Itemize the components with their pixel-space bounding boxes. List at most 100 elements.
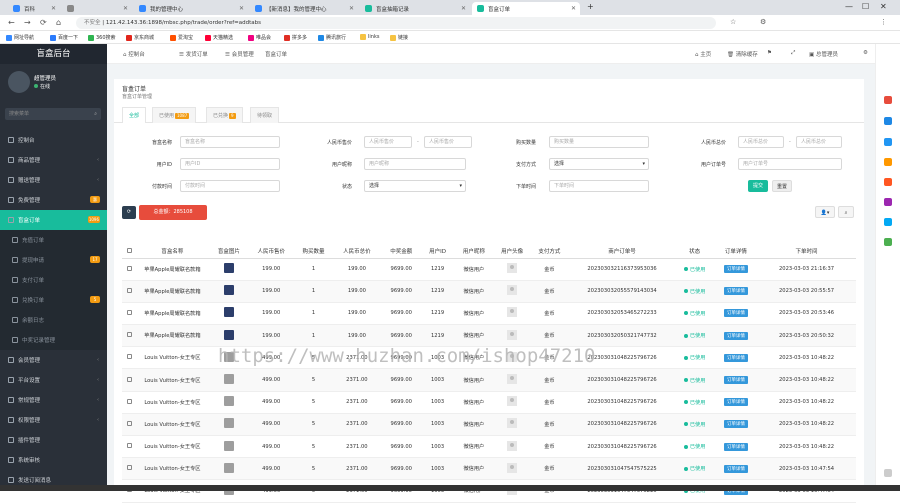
order-detail-button[interactable]: 订单详情 [723,376,748,385]
sidebar-item[interactable]: 会员管理 ‹ [0,350,107,370]
order-detail-button[interactable]: 订单详情 [723,331,748,340]
pay-time-input[interactable]: 付款时间 [180,180,280,192]
sidebar-item[interactable]: 插件管理 [0,430,107,450]
tab-pending[interactable]: 待领取 [250,107,280,123]
order-detail-button[interactable]: 订单详情 [723,265,748,274]
row-checkbox[interactable] [126,354,132,360]
price-to-input[interactable]: 人民币售价 [424,136,472,148]
bookmark-item[interactable]: 唯品会 [248,34,271,41]
extensions-icon[interactable]: ⚙ [760,18,766,26]
row-checkbox[interactable] [126,376,132,382]
row-checkbox[interactable] [126,465,132,471]
home-icon[interactable]: ⌂ [56,18,61,27]
total-from-input[interactable]: 人民币总价 [738,136,784,148]
language-icon[interactable]: ⚑ [767,50,772,56]
status-select[interactable]: 选择 ▾ [364,180,466,192]
browser-tab-active[interactable]: 盲盒订单 ✕ [472,2,580,15]
sidebar-item[interactable]: 商品管理 ‹ [0,150,107,170]
bookmark-item[interactable]: 链接 [390,34,408,41]
order-detail-button[interactable]: 订单详情 [723,398,748,407]
sidebar-item[interactable]: 常规管理 ‹ [0,390,107,410]
close-window-icon[interactable]: ✕ [880,2,887,11]
search-icon[interactable]: ⌕ [838,206,854,218]
home-link[interactable]: ⌂ 主页 [695,50,711,58]
submit-button[interactable]: 提交 [748,180,768,192]
row-checkbox[interactable] [126,309,132,315]
side-app-icon[interactable] [884,238,892,246]
reload-icon[interactable]: ⟳ [40,18,47,27]
bookmark-item[interactable]: 网址导航 [6,34,34,41]
order-detail-button[interactable]: 订单详情 [723,287,748,296]
nav-tab[interactable]: ⌂ 控制台 [123,50,145,58]
order-detail-button[interactable]: 订单详情 [723,442,748,451]
tab-used[interactable]: 已使用 1087 [152,107,197,123]
bookmark-item[interactable]: 360搜索 [88,34,116,41]
row-checkbox[interactable] [126,265,132,271]
side-app-icon[interactable] [884,158,892,166]
price-from-input[interactable]: 人民币售价 [364,136,412,148]
side-app-icon[interactable] [884,218,892,226]
browser-tab[interactable]: 我的管理中心 ✕ [134,2,248,15]
browser-tab[interactable]: 盲盒抽箱记录 ✕ [360,2,470,15]
back-icon[interactable]: ← [8,18,15,27]
sidebar-item[interactable]: 提现申请 17 [0,250,107,270]
bookmark-item[interactable]: 腾讯旅行 [318,34,346,41]
order-detail-button[interactable]: 订单详情 [723,420,748,429]
close-tab-icon[interactable]: ✕ [571,5,576,12]
url-field[interactable]: 不安全 | 121.42.143.36:1898/mbsc.php/trade/… [76,17,716,29]
row-checkbox[interactable] [126,420,132,426]
bookmark-item[interactable]: links [360,34,379,40]
sidebar-item[interactable]: 免费管理 惠 [0,190,107,210]
order-time-input[interactable]: 下单时间 [549,180,649,192]
close-tab-icon[interactable]: ✕ [123,5,128,12]
bookmark-item[interactable]: 爱淘宝 [170,34,193,41]
order-no-input[interactable]: 用户订单号 [738,158,842,170]
refresh-button[interactable]: ⟳ [122,206,136,219]
sidebar-search-input[interactable]: 搜索菜单 ⌕ [5,108,101,120]
row-checkbox[interactable] [126,332,132,338]
menu-icon[interactable]: ⋮ [880,18,887,26]
sidebar-item[interactable]: 赠送管理 ‹ [0,170,107,190]
select-all-checkbox[interactable] [126,247,132,253]
order-detail-button[interactable]: 订单详情 [723,353,748,362]
settings-icon[interactable]: ⚙ [863,50,868,56]
tab-all[interactable]: 全部 [122,107,147,123]
sidebar-item[interactable]: 兑换订单 5 [0,290,107,310]
nav-tab-active[interactable]: 盲盒订单 [265,50,288,65]
side-app-icon[interactable] [884,178,892,186]
buy-count-input[interactable]: 购买数量 [549,136,649,148]
close-tab-icon[interactable]: ✕ [239,5,244,12]
side-app-icon[interactable] [884,138,892,146]
sidebar-item[interactable]: 系统审核 [0,450,107,470]
columns-toggle-icon[interactable]: 👤▾ [815,206,835,218]
star-icon[interactable]: ☆ [730,18,736,26]
browser-tab[interactable]: 百科 ✕ [8,2,60,15]
browser-tab[interactable]: ✕ [62,2,132,15]
row-checkbox[interactable] [126,398,132,404]
browser-tab[interactable]: 【新消息】我的管理中心 ✕ [250,2,358,15]
order-detail-button[interactable]: 订单详情 [723,309,748,318]
sidebar-item[interactable]: 充值订单 [0,230,107,250]
maximize-icon[interactable]: ☐ [862,2,869,11]
close-tab-icon[interactable]: ✕ [51,5,56,12]
bookmark-item[interactable]: 京东商城 [126,34,154,41]
nav-tab[interactable]: ☰ 会员管理 [225,50,254,58]
sidebar-item[interactable]: 盲盒订单 1096 [0,210,107,230]
side-app-icon[interactable] [884,96,892,104]
nav-tab[interactable]: ☰ 发货订单 [179,50,208,58]
sidebar-item[interactable]: 平台设置 ‹ [0,370,107,390]
order-detail-button[interactable]: 订单详情 [723,464,748,473]
sidebar-item[interactable]: 权限管理 ‹ [0,410,107,430]
row-checkbox[interactable] [126,443,132,449]
bookmark-item[interactable]: 拼多多 [284,34,307,41]
side-app-icon[interactable] [884,198,892,206]
sidebar-item[interactable]: 余额日志 [0,310,107,330]
pay-method-select[interactable]: 选择 ▾ [549,158,649,170]
side-app-icon[interactable] [884,117,892,125]
nickname-input[interactable]: 用户昵称 [364,158,466,170]
new-tab-button[interactable]: + [587,2,594,11]
close-tab-icon[interactable]: ✕ [349,5,354,12]
admin-avatar[interactable]: ▣ 总管理员 [809,50,838,58]
sidebar-item[interactable]: 支付订单 [0,270,107,290]
bookmark-item[interactable]: 天猫精选 [205,34,233,41]
